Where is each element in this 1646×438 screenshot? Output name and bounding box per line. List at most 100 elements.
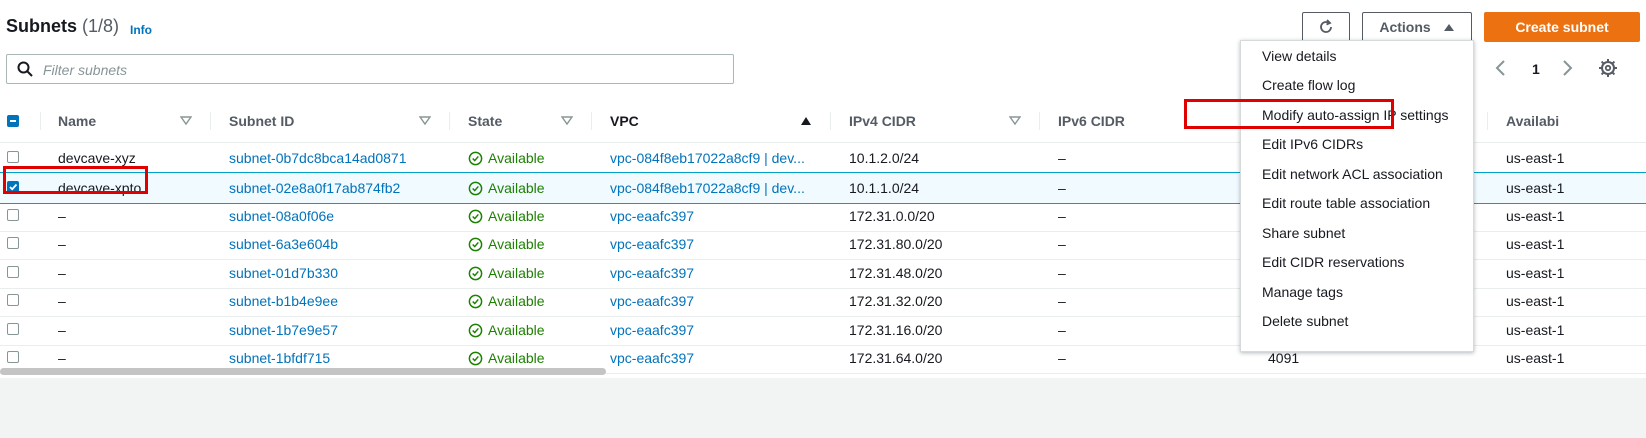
cell-ipv6-cidr: – xyxy=(1058,236,1066,252)
actions-button[interactable]: Actions xyxy=(1362,12,1472,42)
cell-vpc[interactable]: vpc-eaafc397 xyxy=(610,201,810,231)
cell-ipv4-cidr: 172.31.32.0/20 xyxy=(849,293,943,309)
cell-state: Available xyxy=(468,258,588,288)
menu-item-view-details[interactable]: View details xyxy=(1262,46,1336,66)
row-checkbox[interactable] xyxy=(7,266,19,278)
column-header-ipv4-cidr[interactable]: IPv4 CIDR xyxy=(849,100,916,142)
cell-availability-zone: us-east-1 xyxy=(1506,236,1565,252)
cell-subnet-id[interactable]: subnet-1b7e9e57 xyxy=(229,315,439,345)
cell-ipv4-cidr: 10.1.1.0/24 xyxy=(849,180,920,196)
sort-up-icon[interactable] xyxy=(800,116,812,126)
info-link[interactable]: Info xyxy=(130,23,152,37)
cell-ipv4-cidr: 172.31.48.0/20 xyxy=(849,265,943,281)
actions-menu: View details Create flow log Modify auto… xyxy=(1240,40,1474,352)
cell-ipv6-cidr: – xyxy=(1058,322,1066,338)
row-checkbox[interactable] xyxy=(7,237,19,249)
column-header-subnet-id[interactable]: Subnet ID xyxy=(229,100,294,142)
sort-down-icon[interactable] xyxy=(1009,116,1021,126)
menu-item-edit-route-table[interactable]: Edit route table association xyxy=(1262,193,1430,213)
cell-ipv6-cidr: – xyxy=(1058,265,1066,281)
sort-down-icon[interactable] xyxy=(419,116,431,126)
sort-down-icon[interactable] xyxy=(180,116,192,126)
cell-name: – xyxy=(58,236,66,252)
search-input[interactable] xyxy=(41,59,725,81)
cell-availability-zone: us-east-1 xyxy=(1506,265,1565,281)
menu-item-create-flow-log[interactable]: Create flow log xyxy=(1262,75,1355,95)
row-checkbox[interactable] xyxy=(7,294,19,306)
state-label: Available xyxy=(488,208,545,224)
cell-name: devcave-xyz xyxy=(58,150,136,166)
menu-item-share-subnet[interactable]: Share subnet xyxy=(1262,223,1345,243)
cell-state: Available xyxy=(468,229,588,259)
cell-ipv4-cidr: 172.31.64.0/20 xyxy=(849,350,943,366)
cell-subnet-id[interactable]: subnet-6a3e604b xyxy=(229,229,439,259)
state-label: Available xyxy=(488,180,545,196)
cell-name: – xyxy=(58,322,66,338)
cell-vpc[interactable]: vpc-084f8eb17022a8cf9 | dev... xyxy=(610,173,810,203)
menu-item-modify-auto-assign-ip[interactable]: Modify auto-assign IP settings xyxy=(1262,105,1449,125)
cell-subnet-id[interactable]: subnet-0b7dc8bca14ad0871 xyxy=(229,143,439,173)
page-number[interactable]: 1 xyxy=(1532,61,1540,77)
cell-availability-zone: us-east-1 xyxy=(1506,293,1565,309)
refresh-icon xyxy=(1320,19,1332,33)
chevron-right-icon[interactable] xyxy=(1560,58,1574,78)
column-header-availability-zone[interactable]: Availabi xyxy=(1506,100,1559,142)
cell-vpc[interactable]: vpc-eaafc397 xyxy=(610,229,810,259)
cell-vpc[interactable]: vpc-eaafc397 xyxy=(610,315,810,345)
page-title: Subnets (1/8) xyxy=(6,16,119,37)
cell-subnet-id[interactable]: subnet-02e8a0f17ab874fb2 xyxy=(229,173,439,203)
column-header-ipv6-cidr[interactable]: IPv6 CIDR xyxy=(1058,100,1125,142)
column-header-state[interactable]: State xyxy=(468,100,502,142)
row-checkbox[interactable] xyxy=(7,209,19,221)
create-subnet-button[interactable]: Create subnet xyxy=(1484,12,1640,42)
search-icon xyxy=(17,61,33,77)
cell-name: – xyxy=(58,265,66,281)
menu-item-edit-network-acl[interactable]: Edit network ACL association xyxy=(1262,164,1443,184)
column-header-vpc[interactable]: VPC xyxy=(610,100,639,142)
cell-ipv6-cidr: – xyxy=(1058,150,1066,166)
sort-down-icon[interactable] xyxy=(561,116,573,126)
menu-item-manage-tags[interactable]: Manage tags xyxy=(1262,282,1343,302)
cell-name: – xyxy=(58,208,66,224)
cell-ipv6-cidr: – xyxy=(1058,180,1066,196)
pagination: 1 xyxy=(1494,56,1584,82)
menu-item-edit-cidr-reservations[interactable]: Edit CIDR reservations xyxy=(1262,252,1404,272)
menu-item-edit-ipv6-cidrs[interactable]: Edit IPv6 CIDRs xyxy=(1262,134,1363,154)
cell-vpc[interactable]: vpc-eaafc397 xyxy=(610,258,810,288)
row-checkbox[interactable] xyxy=(7,351,19,363)
refresh-button[interactable] xyxy=(1302,12,1350,42)
state-label: Available xyxy=(488,293,545,309)
cell-vpc[interactable]: vpc-eaafc397 xyxy=(610,286,810,316)
cell-availability-zone: us-east-1 xyxy=(1506,208,1565,224)
filter-search xyxy=(6,54,734,84)
caret-up-icon xyxy=(1443,24,1454,31)
cell-subnet-id[interactable]: subnet-01d7b330 xyxy=(229,258,439,288)
check-circle-icon xyxy=(468,237,483,251)
chevron-left-icon[interactable] xyxy=(1494,58,1508,78)
row-checkbox[interactable] xyxy=(7,323,19,335)
select-all-checkbox[interactable] xyxy=(7,115,19,127)
menu-item-delete-subnet[interactable]: Delete subnet xyxy=(1262,311,1348,331)
gear-icon[interactable] xyxy=(1598,58,1618,78)
check-circle-icon xyxy=(468,181,483,195)
check-circle-icon xyxy=(468,209,483,223)
horizontal-scrollbar[interactable] xyxy=(0,368,606,375)
checkmark-icon xyxy=(9,183,18,191)
cell-vpc[interactable]: vpc-eaafc397 xyxy=(610,343,810,373)
cell-name: devcave-xpto xyxy=(58,180,142,196)
cell-ipv4-cidr: 10.1.2.0/24 xyxy=(849,150,920,166)
column-header-name[interactable]: Name xyxy=(58,100,96,142)
row-checkbox[interactable] xyxy=(7,181,19,193)
state-label: Available xyxy=(488,322,545,338)
cell-state: Available xyxy=(468,201,588,231)
cell-subnet-id[interactable]: subnet-b1b4e9ee xyxy=(229,286,439,316)
check-circle-icon xyxy=(468,151,483,165)
cell-state: Available xyxy=(468,286,588,316)
cell-state: Available xyxy=(468,173,588,203)
cell-subnet-id[interactable]: subnet-08a0f06e xyxy=(229,201,439,231)
cell-vpc[interactable]: vpc-084f8eb17022a8cf9 | dev... xyxy=(610,143,810,173)
row-checkbox[interactable] xyxy=(7,151,19,163)
cell-availability-zone: us-east-1 xyxy=(1506,150,1565,166)
state-label: Available xyxy=(488,236,545,252)
cell-availability-zone: us-east-1 xyxy=(1506,350,1565,366)
